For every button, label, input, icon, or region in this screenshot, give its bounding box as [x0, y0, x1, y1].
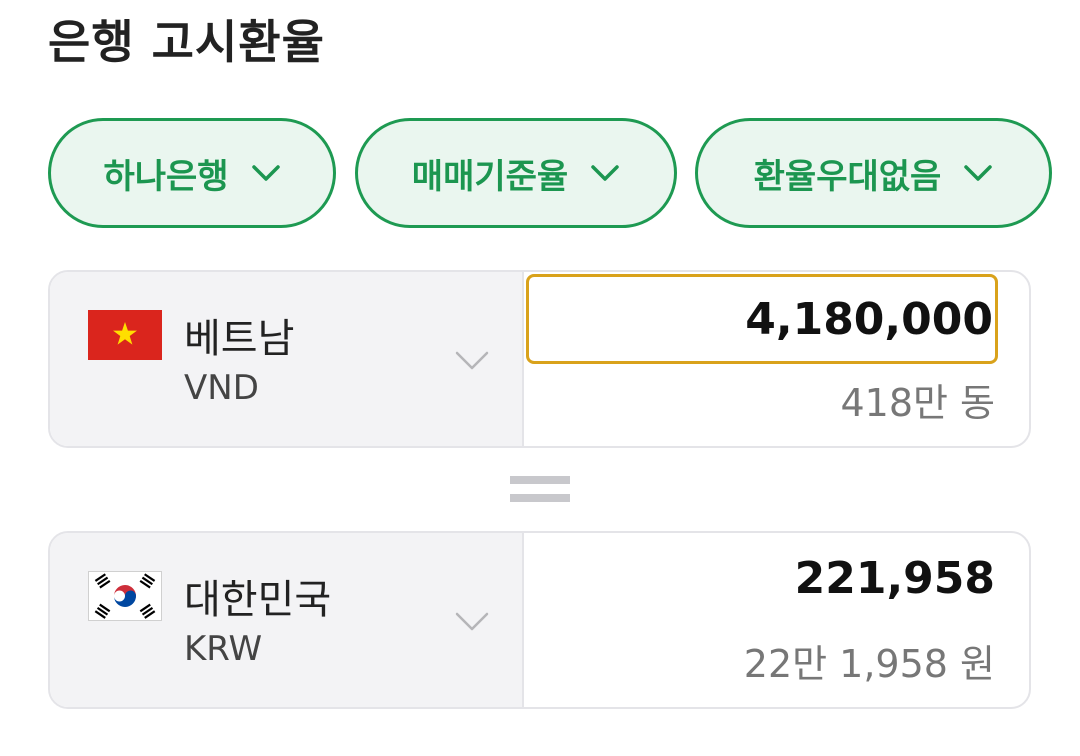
- vietnam-flag-icon: [88, 310, 162, 360]
- from-currency-code: VND: [184, 368, 259, 408]
- from-amount-input[interactable]: [526, 274, 998, 364]
- chevron-down-icon: [455, 351, 489, 370]
- to-currency-card: 대한민국 KRW 221,958 22만 1,958 원: [48, 531, 1031, 709]
- rate-type-select-button[interactable]: 매매기준율: [355, 118, 677, 228]
- to-amount-value[interactable]: 221,958: [795, 553, 995, 604]
- bank-select-button[interactable]: 하나은행: [48, 118, 336, 228]
- from-currency-select[interactable]: 베트남 VND: [50, 272, 524, 446]
- chevron-down-icon: [591, 165, 619, 181]
- to-amount-korean: 22만 1,958 원: [743, 642, 995, 686]
- rate-type-select-label: 매매기준율: [411, 156, 569, 197]
- preferential-rate-select-button[interactable]: 환율우대없음: [695, 118, 1052, 228]
- korea-flag-icon: [88, 571, 162, 621]
- from-currency-card: 베트남 VND 418만 동: [48, 270, 1031, 448]
- page-title: 은행 고시환율: [48, 15, 325, 69]
- from-country-name: 베트남: [184, 316, 295, 362]
- chevron-down-icon: [251, 165, 280, 181]
- to-currency-code: KRW: [184, 629, 263, 669]
- to-country-name: 대한민국: [184, 577, 332, 623]
- equals-icon: [510, 476, 570, 502]
- bank-select-label: 하나은행: [103, 156, 229, 197]
- preferential-rate-select-label: 환율우대없음: [753, 156, 942, 197]
- from-amount-korean: 418만 동: [840, 381, 995, 425]
- chevron-down-icon: [964, 165, 993, 181]
- chevron-down-icon: [455, 612, 489, 631]
- to-currency-select[interactable]: 대한민국 KRW: [50, 533, 524, 707]
